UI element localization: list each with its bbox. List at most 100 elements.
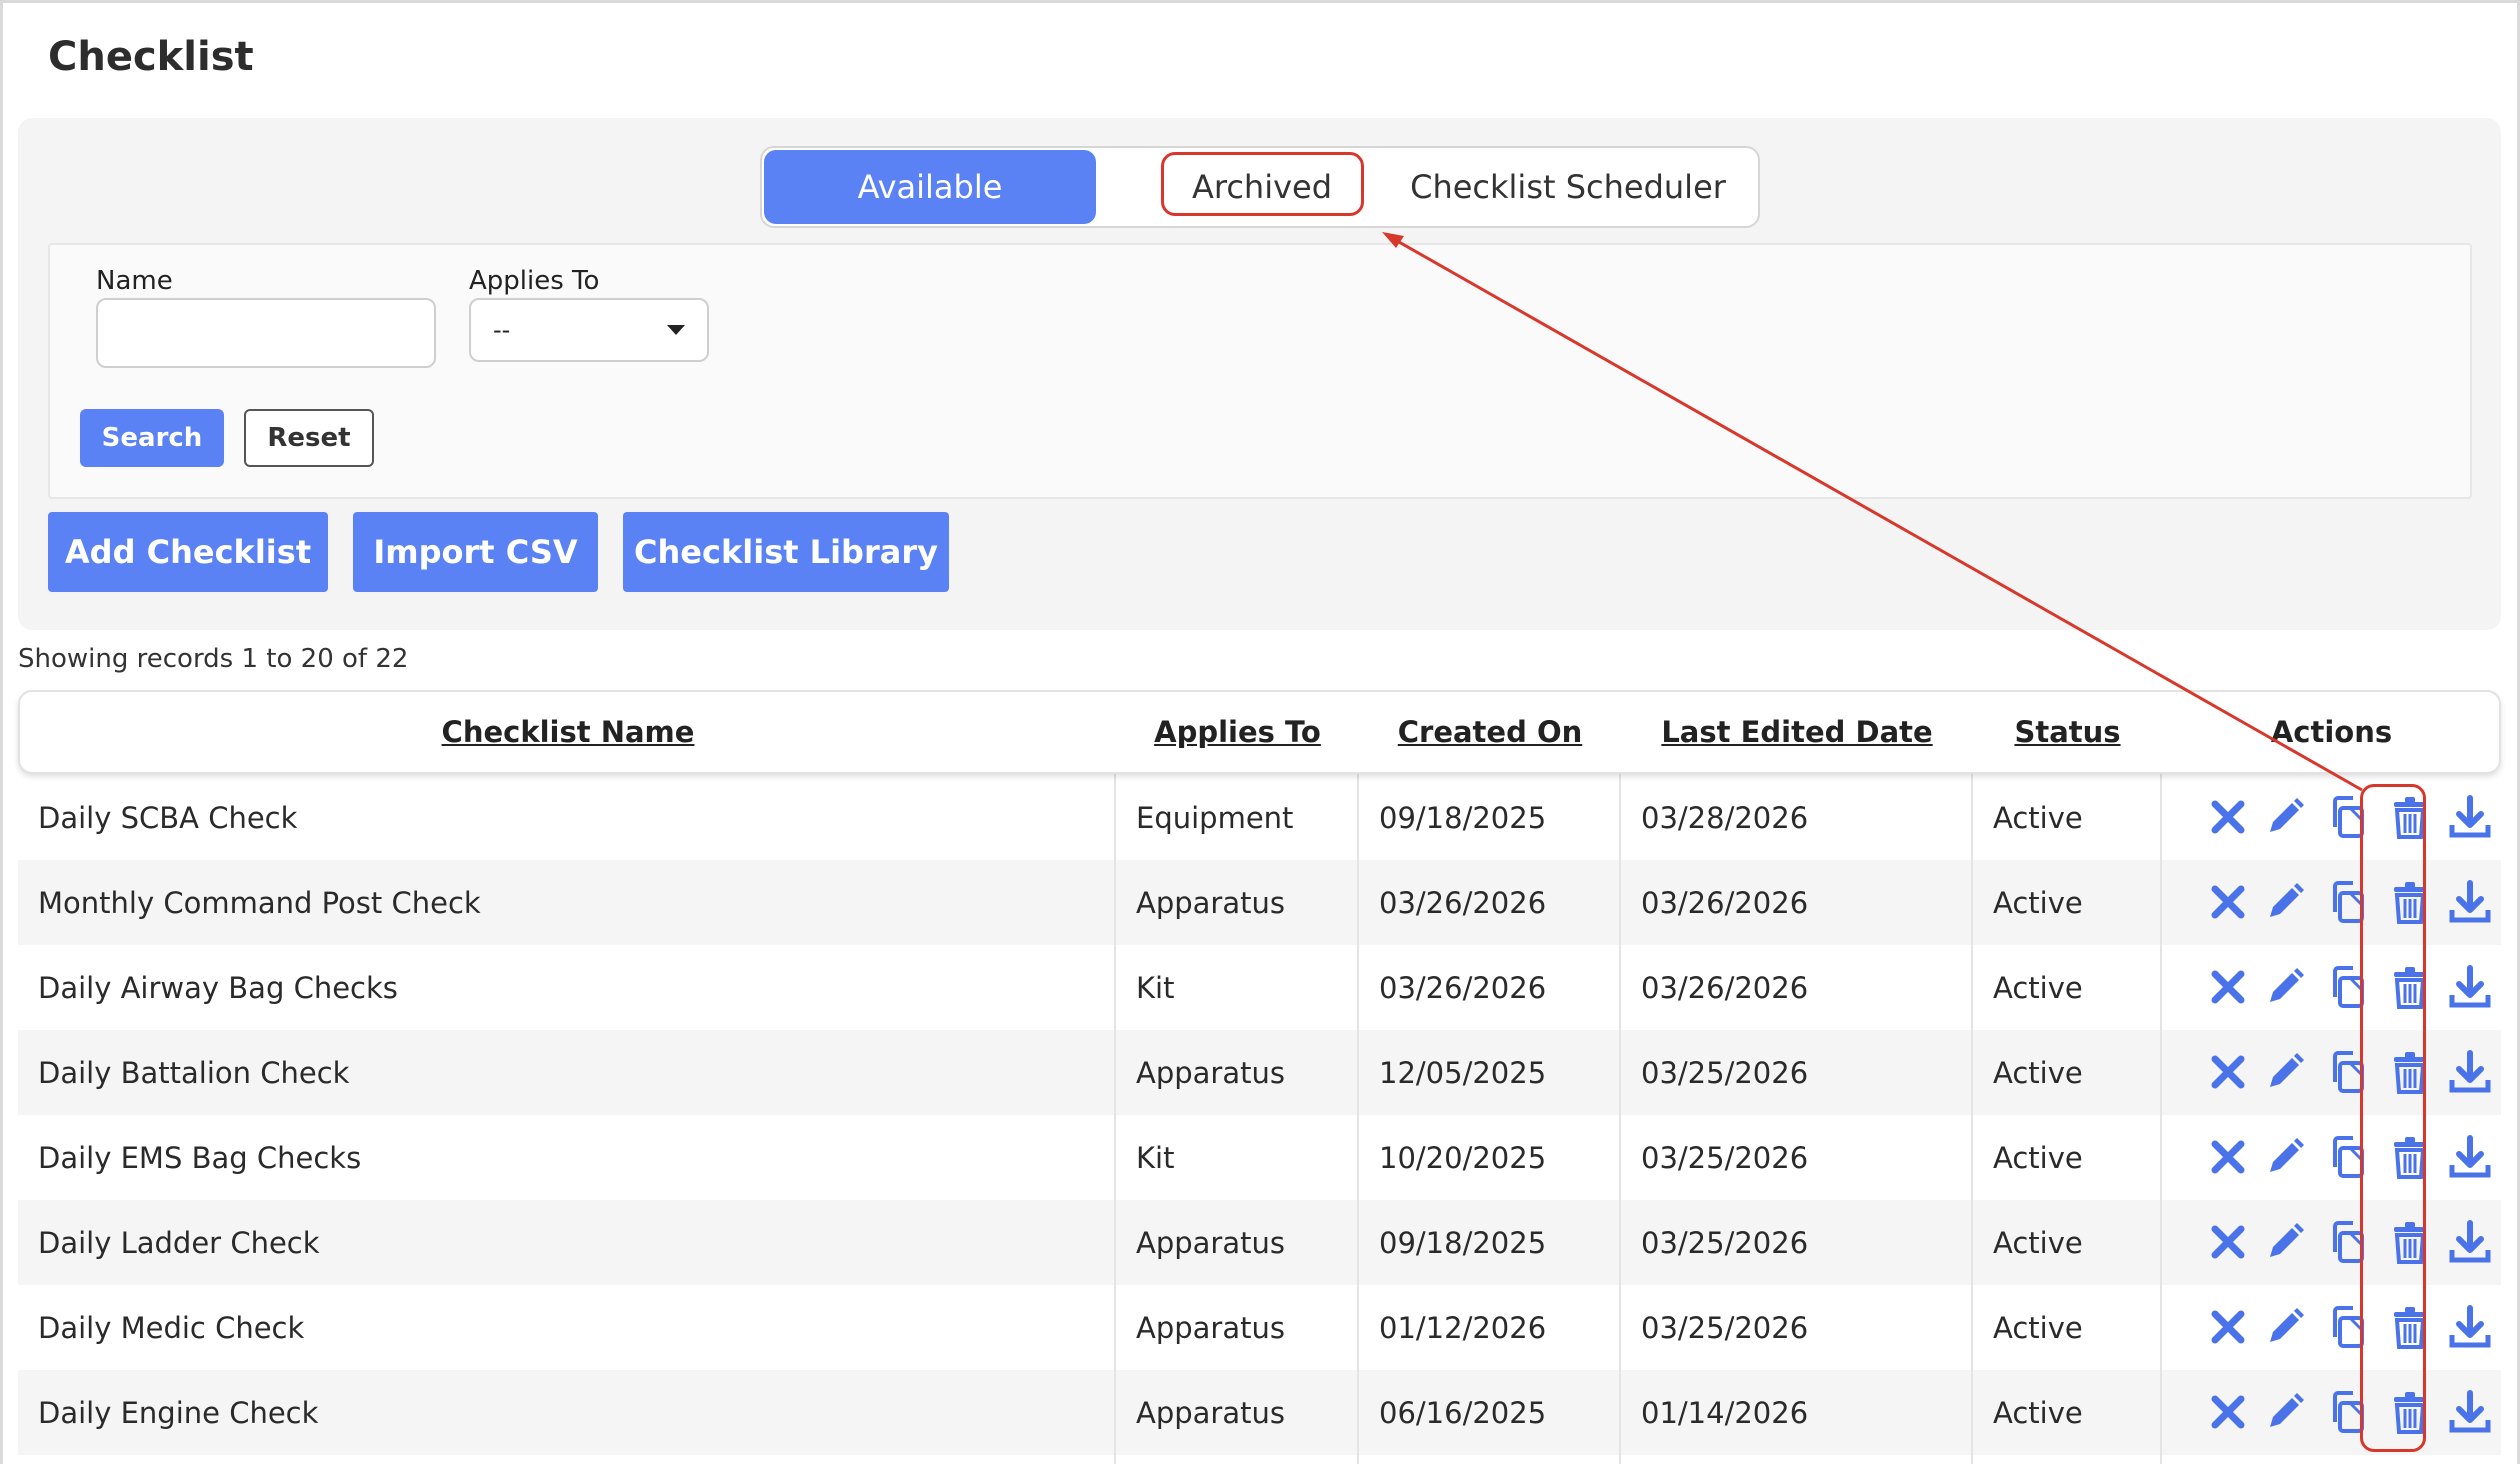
pencil-icon[interactable]: [2261, 878, 2309, 926]
cell-status: Active: [1993, 1395, 2083, 1430]
x-icon[interactable]: [2204, 1048, 2252, 1096]
annotation-archived-highlight: [1161, 152, 1364, 216]
cell-last-edited: 03/25/2026: [1641, 1310, 1809, 1345]
applies-to-value: --: [493, 316, 511, 344]
column-divider: [1357, 690, 1359, 1464]
cell-last-edited: 03/25/2026: [1641, 1140, 1809, 1175]
table-row: Daily Ladder Check Apparatus 09/18/2025 03/…: [18, 1200, 2501, 1285]
column-divider: [1971, 690, 1973, 1464]
name-input[interactable]: [96, 298, 436, 368]
pencil-icon[interactable]: [2261, 1388, 2309, 1436]
search-button[interactable]: Search: [80, 409, 224, 467]
x-icon[interactable]: [2204, 1388, 2252, 1436]
header-actions: Actions: [2270, 715, 2393, 749]
row-actions: [2188, 1115, 2491, 1200]
header-applies-to[interactable]: Applies To: [1116, 692, 1359, 772]
cell-checklist-name: Daily Battalion Check: [38, 1055, 350, 1090]
header-last-edited-date[interactable]: Last Edited Date: [1621, 692, 1973, 772]
cell-checklist-name: Daily Ladder Check: [38, 1225, 320, 1260]
x-icon[interactable]: [2204, 878, 2252, 926]
table-row: Daily Airway Bag Checks Kit 03/26/2026 03/2…: [18, 945, 2501, 1030]
checklist-library-button[interactable]: Checklist Library: [623, 512, 949, 592]
cell-last-edited: 03/25/2026: [1641, 1225, 1809, 1260]
x-icon[interactable]: [2204, 793, 2252, 841]
cell-applies-to: Kit: [1136, 1140, 1175, 1175]
pencil-icon[interactable]: [2261, 793, 2309, 841]
x-icon[interactable]: [2204, 963, 2252, 1011]
row-actions: [2188, 1285, 2491, 1370]
cell-checklist-name: Monthly Command Post Check: [38, 885, 481, 920]
row-actions: [2188, 1200, 2491, 1285]
tab-available[interactable]: Available: [764, 150, 1096, 224]
cell-status: Active: [1993, 1140, 2083, 1175]
applies-to-select[interactable]: --: [469, 298, 709, 362]
cell-created-on: 03/26/2026: [1379, 970, 1547, 1005]
cell-applies-to: Equipment: [1136, 800, 1294, 835]
table-row: Monthly Command Post Check Apparatus 03/26…: [18, 860, 2501, 945]
download-icon[interactable]: [2446, 793, 2494, 841]
cell-created-on: 03/26/2026: [1379, 885, 1547, 920]
annotation-trash-column-highlight: [2360, 784, 2426, 1452]
cell-applies-to: Kit: [1136, 970, 1175, 1005]
table-header: Checklist Name Applies To Created On Las…: [18, 690, 2501, 774]
cell-checklist-name: Daily SCBA Check: [38, 800, 298, 835]
cell-applies-to: Apparatus: [1136, 1055, 1285, 1090]
import-csv-button[interactable]: Import CSV: [353, 512, 598, 592]
pencil-icon[interactable]: [2261, 963, 2309, 1011]
x-icon[interactable]: [2204, 1133, 2252, 1181]
table-row: Daily SCBA Check Equipment 09/18/2025 03/28…: [18, 775, 2501, 860]
header-created-on[interactable]: Created On: [1359, 692, 1621, 772]
download-icon[interactable]: [2446, 1048, 2494, 1096]
download-icon[interactable]: [2446, 963, 2494, 1011]
cell-applies-to: Apparatus: [1136, 1225, 1285, 1260]
cell-created-on: 12/05/2025: [1379, 1055, 1547, 1090]
search-form: [48, 243, 2472, 499]
cell-checklist-name: Daily EMS Bag Checks: [38, 1140, 362, 1175]
cell-last-edited: 03/25/2026: [1641, 1055, 1809, 1090]
cell-created-on: 09/18/2025: [1379, 1225, 1547, 1260]
cell-last-edited: 01/14/2026: [1641, 1395, 1809, 1430]
page-title: Checklist: [48, 34, 254, 80]
header-checklist-name[interactable]: Checklist Name: [20, 692, 1116, 772]
column-divider: [1114, 690, 1116, 1464]
row-actions: [2188, 775, 2491, 860]
records-count: Showing records 1 to 20 of 22: [18, 644, 409, 674]
applies-to-label: Applies To: [469, 266, 600, 296]
header-status[interactable]: Status: [1973, 692, 2162, 772]
cell-applies-to: Apparatus: [1136, 1310, 1285, 1345]
cell-status: Active: [1993, 970, 2083, 1005]
x-icon[interactable]: [2204, 1303, 2252, 1351]
reset-button[interactable]: Reset: [244, 409, 374, 467]
cell-created-on: 06/16/2025: [1379, 1395, 1547, 1430]
download-icon[interactable]: [2446, 1133, 2494, 1181]
pencil-icon[interactable]: [2261, 1048, 2309, 1096]
name-label: Name: [96, 266, 173, 296]
cell-applies-to: Apparatus: [1136, 1395, 1285, 1430]
download-icon[interactable]: [2446, 1218, 2494, 1266]
pencil-icon[interactable]: [2261, 1303, 2309, 1351]
download-icon[interactable]: [2446, 1303, 2494, 1351]
cell-created-on: 09/18/2025: [1379, 800, 1547, 835]
cell-status: Active: [1993, 1225, 2083, 1260]
cell-last-edited: 03/26/2026: [1641, 885, 1809, 920]
table-row: Daily EMS Bag Checks Kit 10/20/2025 03/25/2…: [18, 1115, 2501, 1200]
pencil-icon[interactable]: [2261, 1133, 2309, 1181]
table-row: Daily Medic Check Apparatus 01/12/2026 03/2…: [18, 1285, 2501, 1370]
download-icon[interactable]: [2446, 1388, 2494, 1436]
row-actions: [2188, 1370, 2491, 1455]
cell-last-edited: 03/26/2026: [1641, 970, 1809, 1005]
x-icon[interactable]: [2204, 1218, 2252, 1266]
download-icon[interactable]: [2446, 878, 2494, 926]
column-divider: [1619, 690, 1621, 1464]
checklist-table-body: Daily SCBA Check Equipment 09/18/2025 03/28…: [18, 775, 2501, 1455]
table-row: Daily Engine Check Apparatus 06/16/2025 01/…: [18, 1370, 2501, 1455]
cell-checklist-name: Daily Airway Bag Checks: [38, 970, 398, 1005]
add-checklist-button[interactable]: Add Checklist: [48, 512, 328, 592]
cell-created-on: 01/12/2026: [1379, 1310, 1547, 1345]
cell-status: Active: [1993, 1055, 2083, 1090]
cell-status: Active: [1993, 885, 2083, 920]
tab-checklist-scheduler[interactable]: Checklist Scheduler: [1382, 148, 1754, 226]
cell-status: Active: [1993, 1310, 2083, 1345]
row-actions: [2188, 1030, 2491, 1115]
pencil-icon[interactable]: [2261, 1218, 2309, 1266]
